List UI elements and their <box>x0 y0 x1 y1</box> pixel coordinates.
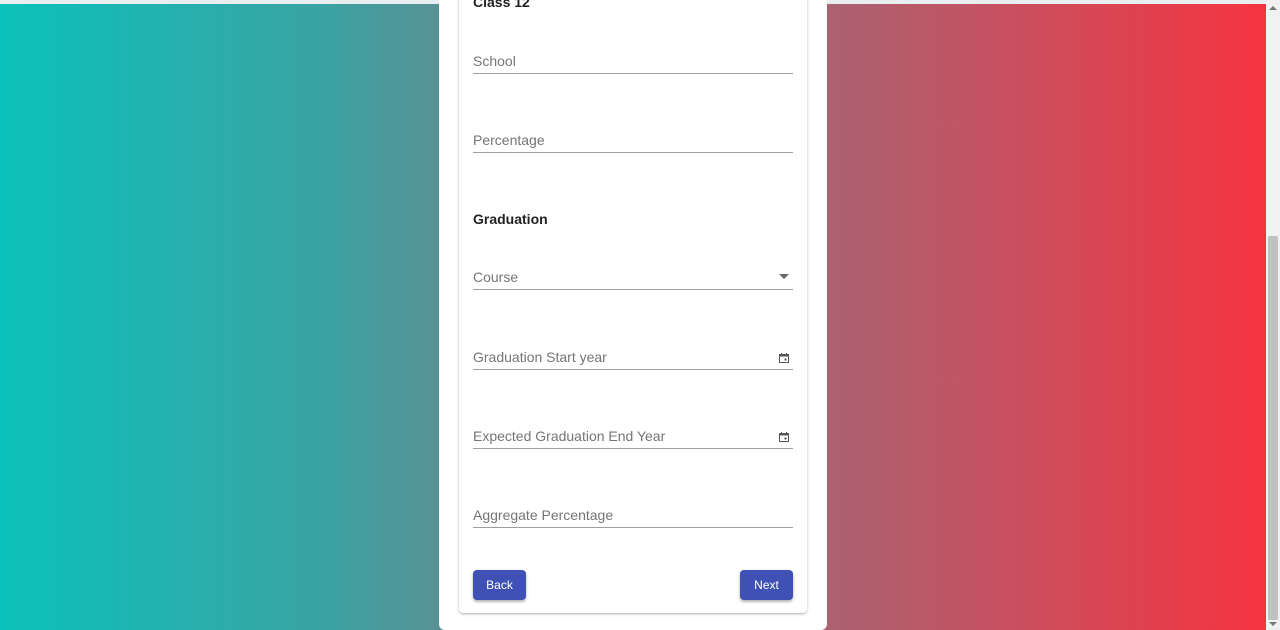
scrollbar-thumb[interactable] <box>1268 236 1278 620</box>
class12-section-title: Class 12 <box>473 0 530 10</box>
school-field[interactable]: School <box>473 43 793 74</box>
back-button[interactable]: Back <box>473 570 526 600</box>
graduation-section-title: Graduation <box>473 211 548 227</box>
course-placeholder: Course <box>473 269 519 285</box>
aggregate-percentage-placeholder: Aggregate Percentage <box>473 507 614 523</box>
graduation-start-year-placeholder: Graduation Start year <box>473 349 607 365</box>
percentage-placeholder: Percentage <box>473 132 545 148</box>
graduation-end-year-field[interactable]: Expected Graduation End Year <box>473 418 793 449</box>
chevron-down-icon[interactable] <box>779 274 789 279</box>
calendar-icon[interactable] <box>779 353 789 363</box>
scroll-down-arrow-icon[interactable] <box>1269 622 1277 626</box>
vertical-scrollbar[interactable] <box>1266 0 1280 630</box>
calendar-icon[interactable] <box>779 432 789 442</box>
next-button[interactable]: Next <box>740 570 793 600</box>
graduation-end-year-placeholder: Expected Graduation End Year <box>473 428 666 444</box>
school-placeholder: School <box>473 53 516 69</box>
graduation-start-year-field[interactable]: Graduation Start year <box>473 339 793 370</box>
aggregate-percentage-field[interactable]: Aggregate Percentage <box>473 497 793 528</box>
scroll-up-arrow-icon[interactable] <box>1269 6 1277 10</box>
course-select[interactable]: Course <box>473 259 793 290</box>
percentage-field[interactable]: Percentage <box>473 122 793 153</box>
